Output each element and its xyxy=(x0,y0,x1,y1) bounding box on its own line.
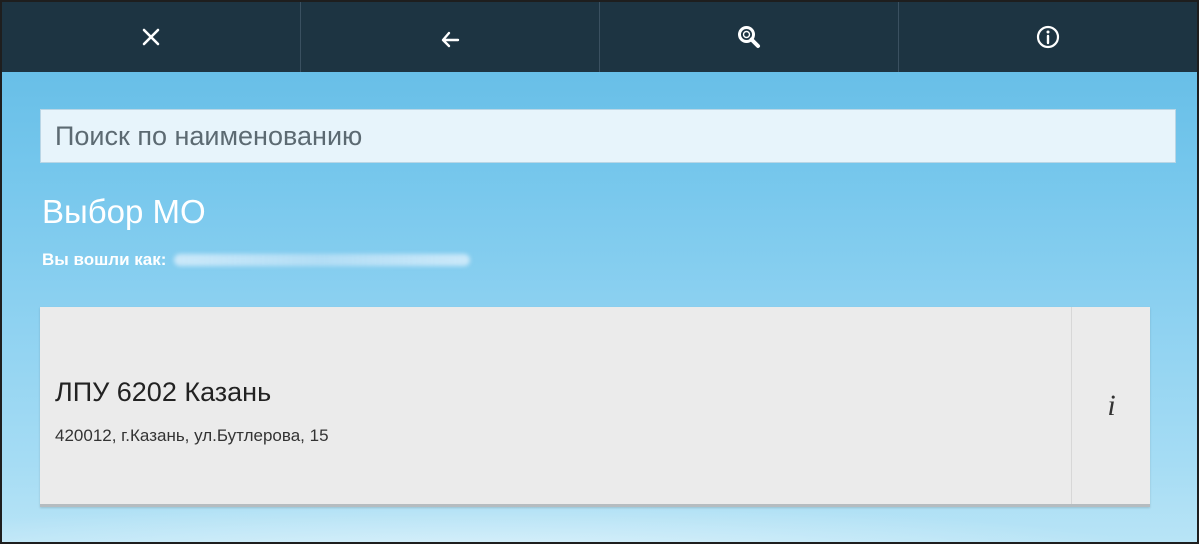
back-button[interactable] xyxy=(301,2,600,72)
logged-in-as: Вы вошли как: xyxy=(42,248,471,272)
top-toolbar xyxy=(2,2,1197,72)
back-arrow-icon xyxy=(441,31,460,48)
organization-address: 420012, г.Казань, ул.Бутлерова, 15 xyxy=(55,426,329,445)
organization-name: ЛПУ 6202 Казань xyxy=(55,377,272,407)
background-glow xyxy=(2,502,1197,542)
search-input[interactable] xyxy=(40,109,1176,163)
organization-select[interactable]: ЛПУ 6202 Казань 420012, г.Казань, ул.Бут… xyxy=(40,307,1071,504)
page-title: Выбор МО xyxy=(42,193,206,230)
info-icon xyxy=(1036,25,1060,49)
search-icon xyxy=(738,26,760,48)
close-button[interactable] xyxy=(2,2,301,72)
search-button[interactable] xyxy=(600,2,899,72)
info-button[interactable] xyxy=(899,2,1197,72)
app-window: Выбор МО Вы вошли как: ЛПУ 6202 Казань 4… xyxy=(0,0,1199,544)
organization-card: ЛПУ 6202 Казань 420012, г.Казань, ул.Бут… xyxy=(40,307,1150,507)
logged-in-label: Вы вошли как: xyxy=(42,250,167,269)
blurred-user-name xyxy=(174,254,471,266)
organization-info-button[interactable]: i xyxy=(1071,307,1151,504)
close-icon xyxy=(142,28,160,46)
